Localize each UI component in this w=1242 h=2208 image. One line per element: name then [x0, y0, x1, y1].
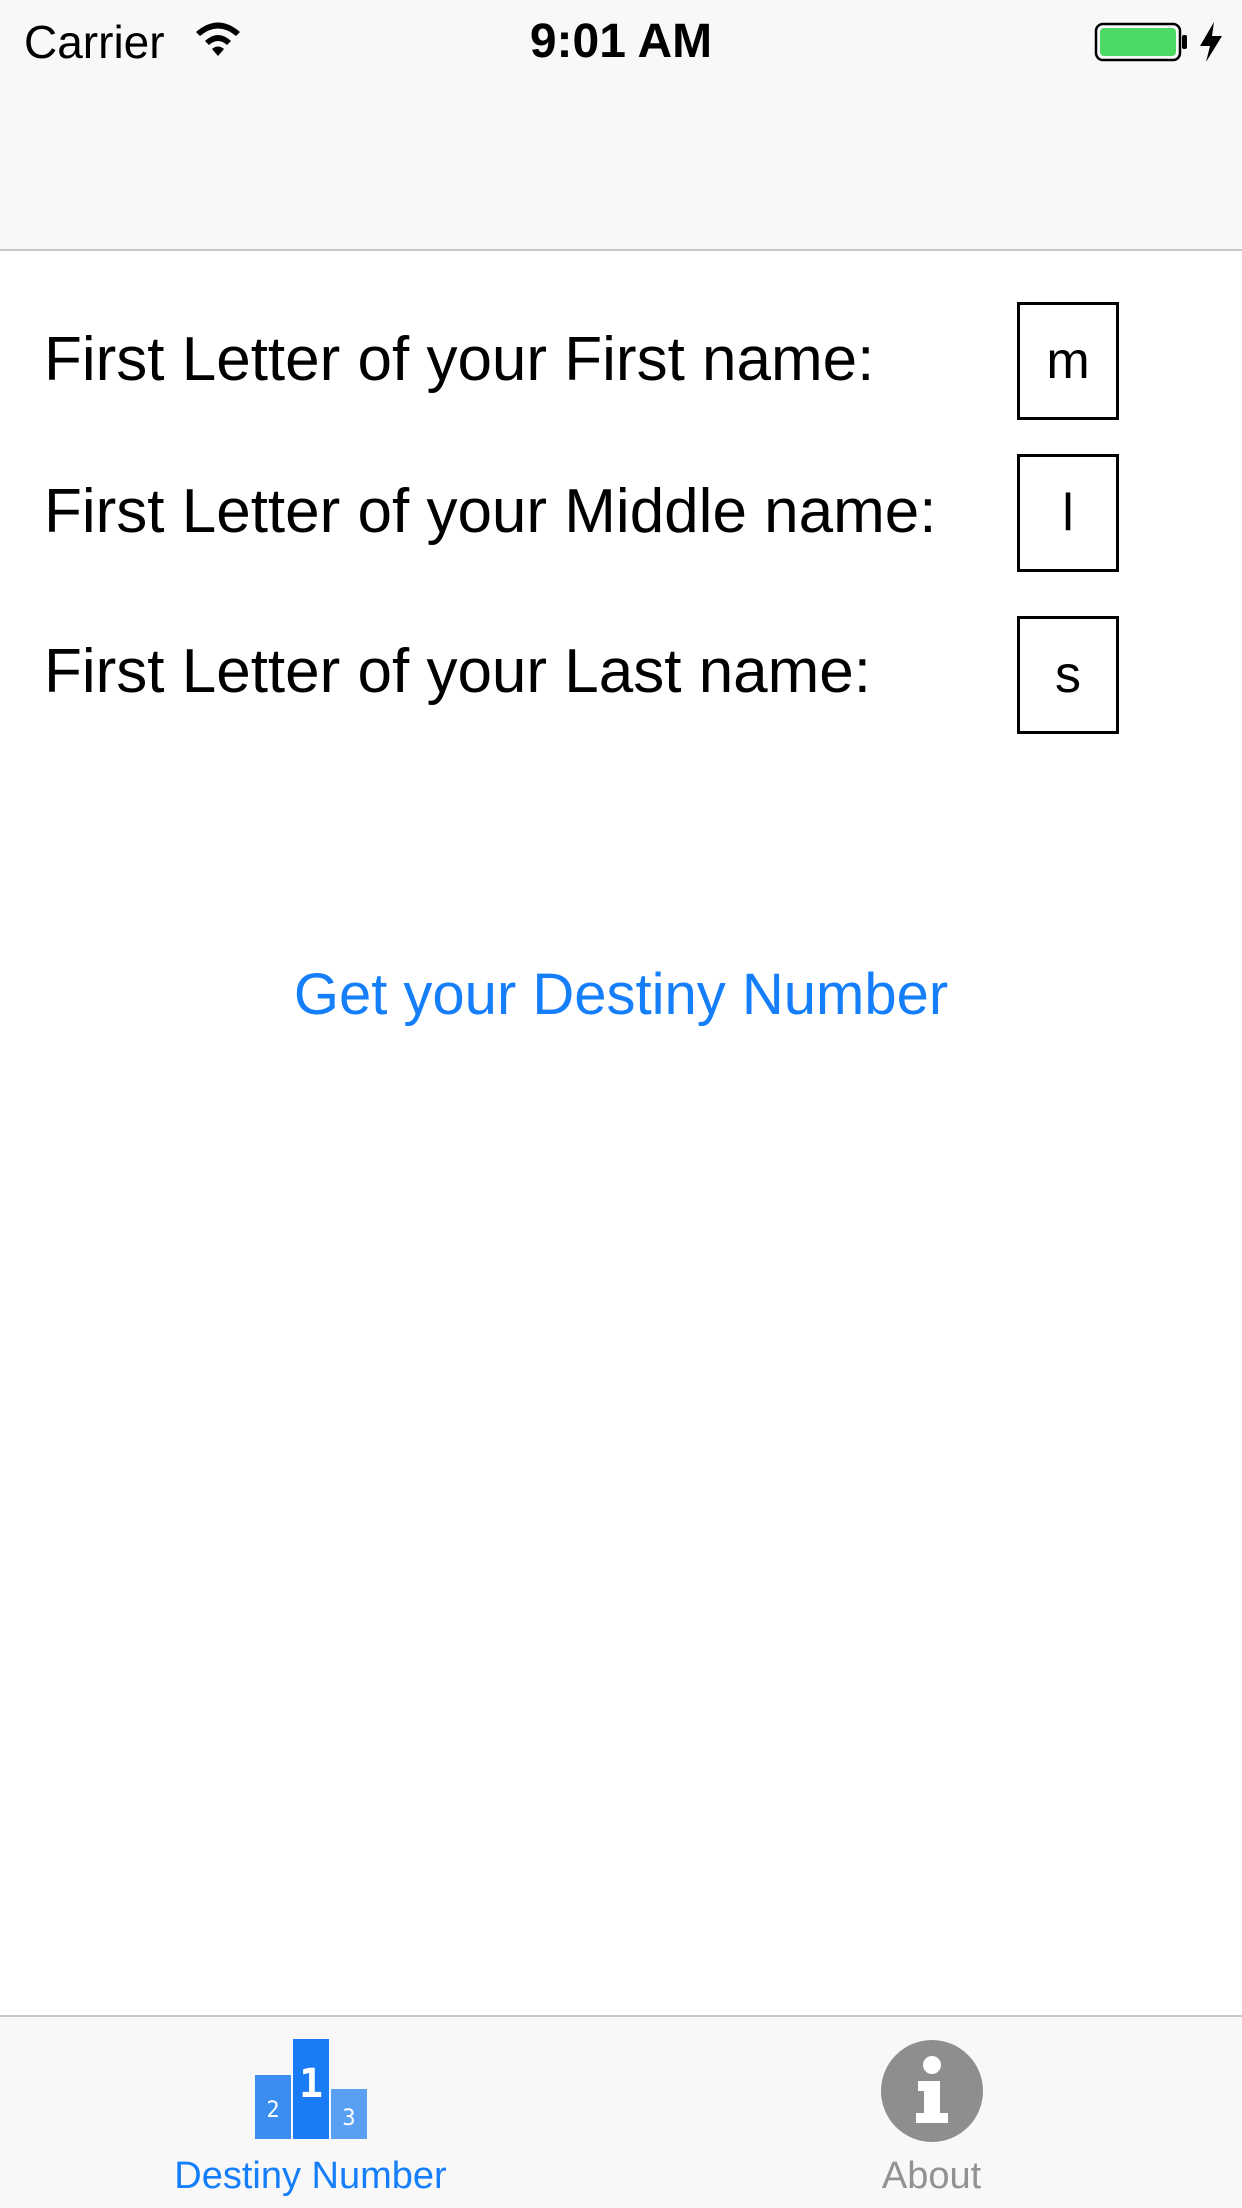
middle-name-label: First Letter of your Middle name:	[44, 477, 937, 546]
tab-label-destiny-number: Destiny Number	[174, 2155, 447, 2197]
info-icon	[880, 2040, 983, 2142]
svg-text:3: 3	[342, 2106, 355, 2131]
last-name-letter-field[interactable]: s	[1017, 616, 1119, 734]
first-name-label: First Letter of your First name:	[44, 325, 875, 394]
get-destiny-number-button[interactable]: Get your Destiny Number	[0, 955, 1242, 1035]
last-name-label: First Letter of your Last name:	[44, 637, 872, 706]
tab-destiny-number[interactable]: 2 1 3 Destiny Number	[0, 2017, 621, 2208]
middle-name-letter-field[interactable]: l	[1017, 454, 1119, 572]
tab-bar: 2 1 3 Destiny Number About	[0, 2015, 1242, 2208]
podium-icon: 2 1 3	[254, 2039, 367, 2139]
bolt-icon	[1200, 22, 1222, 62]
tab-label-about: About	[881, 2155, 982, 2197]
tab-about[interactable]: About	[621, 2017, 1242, 2208]
battery-icon	[1094, 22, 1187, 62]
status-time: 9:01 AM	[529, 15, 713, 68]
svg-text:1: 1	[298, 2061, 322, 2107]
status-bar: Carrier 9:01 AM	[0, 0, 1242, 84]
svg-text:2: 2	[266, 2098, 279, 2123]
navigation-bar: Carrier 9:01 AM	[0, 0, 1242, 251]
first-name-letter-field[interactable]: m	[1017, 302, 1119, 420]
app-screen: Carrier 9:01 AM First Letter of your Fir…	[0, 0, 1242, 2208]
